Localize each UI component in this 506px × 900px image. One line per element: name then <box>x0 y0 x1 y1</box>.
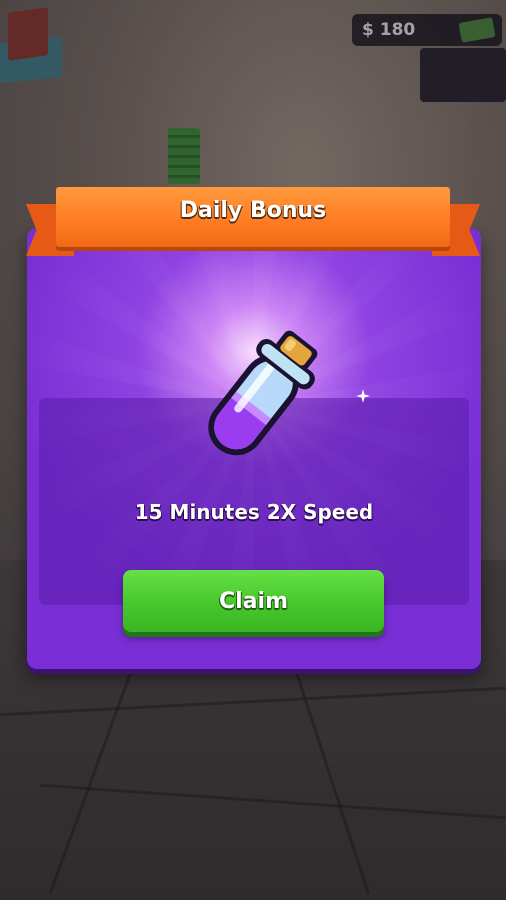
title-ribbon: Daily Bonus <box>56 187 450 247</box>
game-screen: $ 180 Daily Bonus 15 Minutes 2X Speed Cl… <box>0 0 506 900</box>
claim-button-label: Claim <box>219 588 288 614</box>
reward-description: 15 Minutes 2X Speed <box>134 500 374 524</box>
speed-potion-icon <box>176 322 336 482</box>
sparkle-icon <box>356 388 370 403</box>
claim-button[interactable]: Claim <box>123 570 384 632</box>
dialog-title: Daily Bonus <box>179 197 327 223</box>
